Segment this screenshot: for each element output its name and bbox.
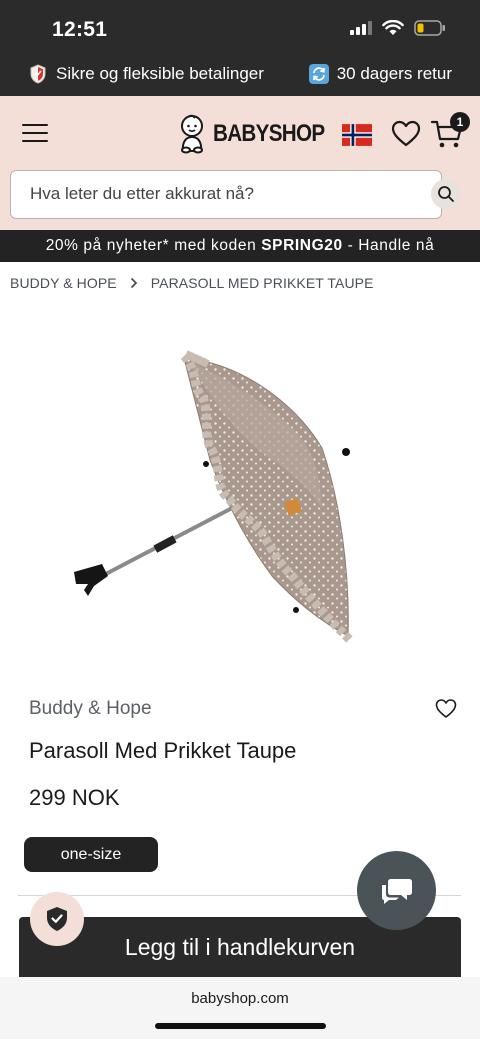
size-option-one-size[interactable]: one-size (24, 837, 158, 872)
search-icon (438, 186, 454, 202)
menu-icon-line (22, 131, 48, 135)
battery-icon (414, 20, 445, 36)
cart-count-badge: 1 (450, 112, 470, 132)
menu-icon-line (22, 124, 48, 127)
chevron-right-icon (127, 276, 141, 290)
campaign-banner[interactable]: 20% på nyheter* med koden SPRING20 - Han… (0, 230, 480, 262)
signal-icon (350, 21, 372, 35)
product-title: Parasoll Med Prikket Taupe (29, 738, 297, 763)
url-text: babyshop.com (191, 990, 289, 1007)
chat-icon (381, 878, 412, 904)
product-brand[interactable]: Buddy & Hope (29, 698, 152, 720)
menu-icon-line (22, 139, 48, 142)
wishlist-heart-icon[interactable] (391, 120, 421, 148)
search-button[interactable] (431, 179, 461, 209)
home-indicator (155, 1023, 326, 1029)
status-time: 12:51 (52, 18, 108, 41)
campaign-code: SPRING20 (261, 237, 343, 254)
wifi-icon (382, 20, 404, 35)
promo-bar: Sikre og fleksible betalinger 30 dagers … (0, 56, 480, 96)
campaign-prefix: 20% på nyheter* med koden (45, 237, 262, 254)
trust-badge[interactable] (30, 892, 84, 946)
breadcrumb-product[interactable]: PARASOLL MED PRIKKET TAUPE (151, 275, 374, 291)
shield-icon (28, 64, 48, 84)
chat-button[interactable] (357, 851, 436, 930)
breadcrumb: BUDDY & HOPE PARASOLL MED PRIKKET TAUPE (10, 275, 374, 291)
verified-shield-icon (47, 907, 67, 931)
return-icon (308, 64, 329, 84)
campaign-suffix: - Handle nå (342, 237, 435, 254)
norway-flag-icon[interactable] (342, 124, 372, 146)
returns-text: 30 dagers retur (336, 64, 452, 83)
search-input[interactable] (30, 184, 410, 204)
baby-logo-icon (181, 114, 203, 154)
returns-promo: 30 dagers retur (308, 64, 452, 84)
babyshop-logo[interactable]: BABYSHOP (177, 114, 343, 154)
logo-text: BABYSHOP (213, 120, 325, 147)
product-price: 299 NOK (29, 785, 120, 810)
product-image[interactable] (60, 340, 380, 660)
status-bar: 12:51 (0, 0, 480, 56)
secure-payment-text: Sikre og fleksible betalinger (56, 64, 264, 83)
status-icons (350, 20, 446, 36)
secure-payment-promo: Sikre og fleksible betalinger (28, 64, 264, 84)
browser-url-bar[interactable]: babyshop.com (0, 977, 480, 1039)
search-box (10, 170, 461, 219)
add-to-wishlist-heart-icon[interactable] (435, 698, 457, 720)
menu-button[interactable] (22, 122, 48, 144)
breadcrumb-brand[interactable]: BUDDY & HOPE (10, 275, 117, 291)
